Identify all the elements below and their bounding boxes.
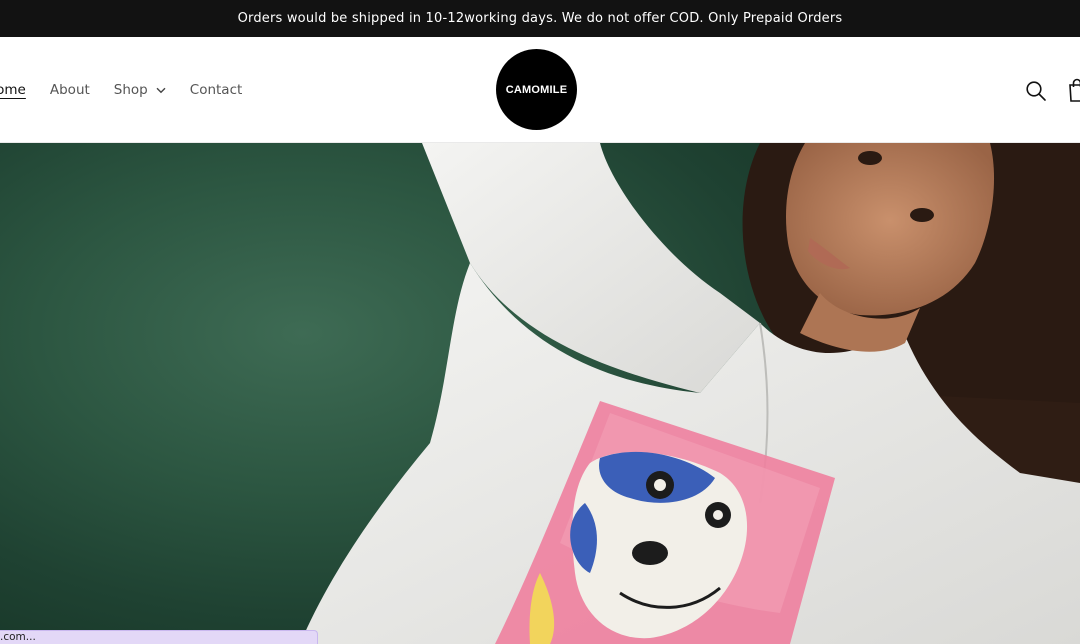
nav-shop-label: Shop	[113, 82, 148, 98]
site-header: Home About Shop Contact CAMOMILE	[0, 37, 1080, 143]
nav-contact[interactable]: Contact	[190, 82, 243, 98]
nav-home[interactable]: Home	[0, 82, 26, 98]
cart-icon	[1069, 78, 1080, 102]
announcement-text: Orders would be shipped in 10-12working …	[237, 11, 843, 26]
hero-image	[300, 143, 1080, 644]
search-button[interactable]	[1024, 79, 1048, 103]
browser-status-bar: .com...	[0, 630, 318, 644]
nav-about[interactable]: About	[50, 82, 90, 98]
nav-contact-label: Contact	[189, 82, 243, 98]
nav-home-label: Home	[0, 82, 26, 98]
search-icon	[1026, 81, 1046, 101]
nav-shop[interactable]: Shop	[114, 82, 166, 98]
hero-banner[interactable]	[0, 143, 1080, 644]
logo-text: CAMOMILE	[505, 83, 568, 96]
brand-logo[interactable]: CAMOMILE	[496, 49, 577, 130]
status-url-text: .com...	[0, 631, 36, 643]
main-nav: Home About Shop Contact	[0, 37, 266, 143]
cart-button[interactable]	[1066, 77, 1080, 103]
announcement-bar: Orders would be shipped in 10-12working …	[0, 0, 1080, 37]
nav-about-label: About	[49, 82, 90, 98]
chevron-down-icon	[156, 87, 166, 94]
